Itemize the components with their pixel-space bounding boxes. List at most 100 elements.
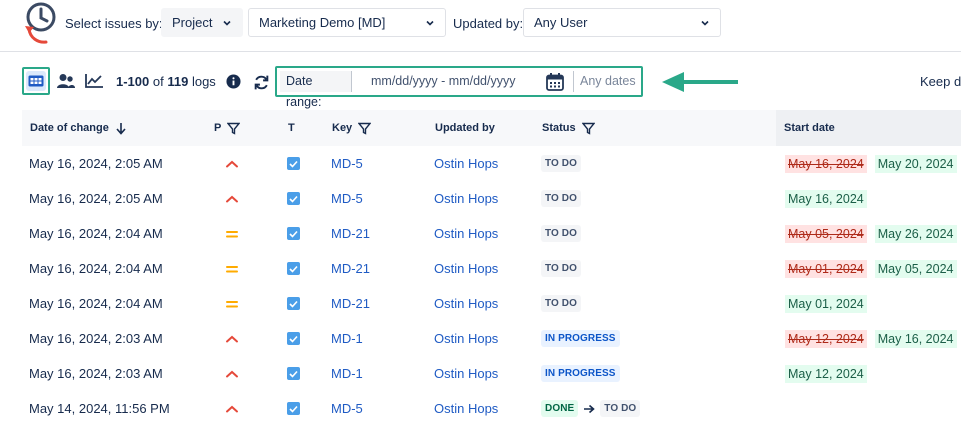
task-type-icon — [287, 402, 300, 415]
table-view-icon — [28, 75, 44, 87]
task-type-icon — [287, 367, 300, 380]
date-of-change: May 16, 2024, 2:05 AM — [29, 191, 163, 206]
date-of-change: May 16, 2024, 2:03 AM — [29, 366, 163, 381]
project-dropdown-value: Marketing Demo [MD] — [259, 15, 386, 30]
issue-key-link[interactable]: MD-5 — [331, 391, 363, 426]
header-type: T — [288, 110, 295, 146]
date-of-change: May 16, 2024, 2:04 AM — [29, 226, 163, 241]
table-view-button[interactable] — [22, 67, 50, 95]
status-cell: IN PROGRESS — [541, 356, 620, 391]
issue-key-link[interactable]: MD-21 — [331, 286, 370, 321]
info-icon[interactable] — [226, 74, 241, 89]
header-priority-label: P — [214, 122, 222, 134]
user-link[interactable]: Ostin Hops — [434, 146, 498, 181]
table-row[interactable]: May 16, 2024, 2:05 AM MD-5 Ostin Hops TO DO… — [22, 181, 961, 216]
table-row[interactable]: May 16, 2024, 2:03 AM MD-1 Ostin Hops IN PR… — [22, 356, 961, 391]
new-start-date: May 16, 2024 — [874, 329, 957, 348]
arrow-right-icon — [584, 404, 596, 413]
status-cell: TO DO — [541, 251, 581, 286]
priority-high-icon — [226, 405, 238, 412]
user-link[interactable]: Ostin Hops — [434, 391, 498, 426]
any-dates-option[interactable]: Any dates — [573, 71, 636, 92]
priority-medium-icon — [226, 300, 238, 307]
user-link[interactable]: Ostin Hops — [434, 286, 498, 321]
priority-cell — [225, 216, 239, 251]
refresh-icon[interactable] — [253, 74, 270, 91]
date-of-change: May 16, 2024, 2:04 AM — [29, 261, 163, 276]
date-of-change: May 14, 2024, 11:56 PM — [29, 401, 170, 416]
filter-icon[interactable] — [581, 122, 595, 135]
chevron-down-icon — [701, 20, 709, 26]
priority-medium-icon — [226, 265, 238, 272]
new-start-date: May 12, 2024 — [785, 364, 867, 383]
table-row[interactable]: May 14, 2024, 11:56 PM MD-5 Ostin Hops DONE… — [22, 391, 961, 426]
type-cell — [287, 321, 300, 356]
table-row[interactable]: May 16, 2024, 2:03 AM MD-1 Ostin Hops IN PR… — [22, 321, 961, 356]
header-updated-by-label: Updated by — [435, 122, 495, 134]
project-selector[interactable]: Project — [161, 8, 243, 37]
project-dropdown[interactable]: Marketing Demo [MD] — [248, 8, 446, 37]
priority-cell — [225, 146, 239, 181]
task-type-icon — [287, 157, 300, 170]
new-start-date: May 05, 2024 — [874, 259, 957, 278]
users-view-button[interactable] — [53, 68, 79, 94]
priority-cell — [225, 321, 239, 356]
table-row[interactable]: May 16, 2024, 2:05 AM MD-5 Ostin Hops TO DO… — [22, 146, 961, 181]
user-dropdown[interactable]: Any User — [523, 8, 721, 37]
header-updated-by: Updated by — [435, 110, 495, 146]
header-date-of-change[interactable]: Date of change — [30, 110, 127, 146]
task-type-icon — [287, 332, 300, 345]
header-status-label: Status — [542, 122, 576, 134]
priority-cell — [225, 181, 239, 216]
filter-icon[interactable] — [358, 122, 372, 135]
issue-key-link[interactable]: MD-21 — [331, 251, 370, 286]
issue-key-link[interactable]: MD-21 — [331, 216, 370, 251]
new-start-date: May 20, 2024 — [874, 154, 957, 173]
chart-view-button[interactable] — [81, 68, 107, 94]
status-cell: IN PROGRESS — [541, 321, 620, 356]
users-icon — [57, 74, 75, 88]
clock-history-icon — [25, 2, 56, 44]
chevron-down-icon — [223, 20, 231, 26]
priority-high-icon — [226, 335, 238, 342]
updated-by-label: Updated by: — [453, 16, 524, 31]
status-cell: TO DO — [541, 286, 581, 321]
calendar-icon[interactable] — [545, 72, 565, 92]
date-of-change: May 16, 2024, 2:03 AM — [29, 331, 163, 346]
issue-key-link[interactable]: MD-5 — [331, 146, 363, 181]
date-range-filter[interactable]: Date range: mm/dd/yyyy - mm/dd/yyyy Any … — [275, 66, 643, 109]
date-range-label: Date range: — [280, 71, 352, 109]
date-range-input[interactable]: mm/dd/yyyy - mm/dd/yyyy — [371, 71, 515, 92]
issue-key-link[interactable]: MD-5 — [331, 181, 363, 216]
old-start-date: May 05, 2024 — [785, 224, 867, 243]
header-date-label: Date of change — [30, 122, 109, 134]
status-cell: TO DO — [541, 181, 581, 216]
start-date-cell: May 12, 2024 — [785, 356, 867, 391]
user-dropdown-value: Any User — [534, 15, 588, 30]
type-cell — [287, 391, 300, 426]
table-row[interactable]: May 16, 2024, 2:04 AM MD-21 Ostin Hops TO D… — [22, 286, 961, 321]
sort-down-icon[interactable] — [115, 122, 127, 135]
issue-key-link[interactable]: MD-1 — [331, 356, 363, 391]
filter-icon[interactable] — [227, 122, 241, 135]
user-link[interactable]: Ostin Hops — [434, 181, 498, 216]
user-link[interactable]: Ostin Hops — [434, 251, 498, 286]
log-count: 1-100 of 119 logs — [116, 74, 216, 89]
table-row[interactable]: May 16, 2024, 2:04 AM MD-21 Ostin Hops TO D… — [22, 216, 961, 251]
filter-bar: Select issues by: Project Marketing Demo… — [0, 0, 961, 52]
user-link[interactable]: Ostin Hops — [434, 321, 498, 356]
issue-key-link[interactable]: MD-1 — [331, 321, 363, 356]
type-cell — [287, 146, 300, 181]
status-cell: TO DO — [541, 146, 581, 181]
header-priority[interactable]: P — [214, 110, 241, 146]
priority-cell — [225, 251, 239, 286]
header-status[interactable]: Status — [542, 110, 595, 146]
start-date-cell: May 01, 2024 — [785, 286, 867, 321]
user-link[interactable]: Ostin Hops — [434, 356, 498, 391]
header-key[interactable]: Key — [332, 110, 372, 146]
keep-text: Keep d — [920, 74, 961, 89]
log-range: 1-100 — [116, 74, 150, 89]
user-link[interactable]: Ostin Hops — [434, 216, 498, 251]
table-row[interactable]: May 16, 2024, 2:04 AM MD-21 Ostin Hops TO D… — [22, 251, 961, 286]
status-badge: IN PROGRESS — [541, 330, 620, 347]
